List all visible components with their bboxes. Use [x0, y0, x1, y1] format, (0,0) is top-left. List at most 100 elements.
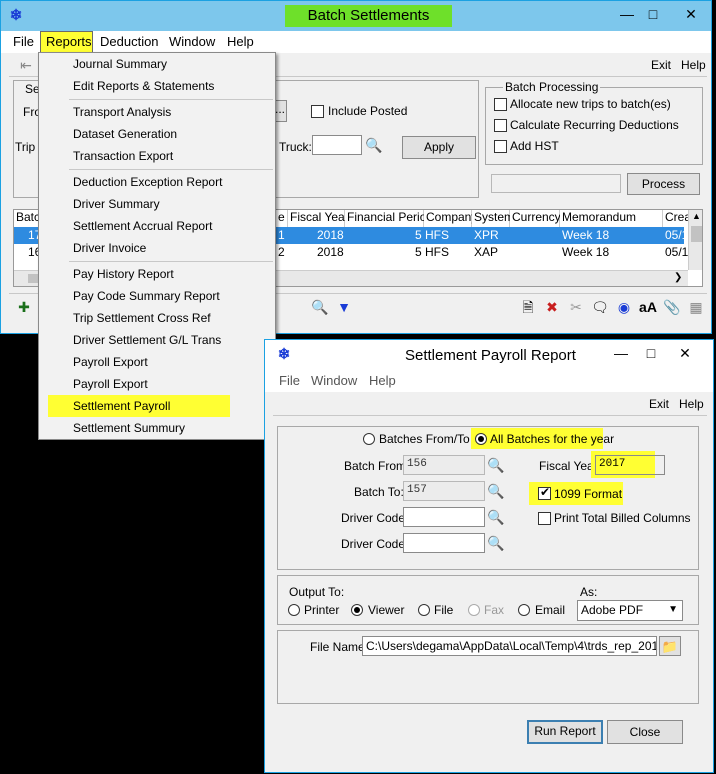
menu-item-driver-invoice[interactable]: Driver Invoice: [73, 241, 146, 255]
truck-label: Truck:: [279, 140, 312, 154]
format-select-value: Adobe PDF: [581, 603, 644, 617]
menu-item-settlement-payroll[interactable]: Settlement Payroll: [73, 399, 170, 413]
fiscal-year-input[interactable]: 2017: [595, 455, 665, 475]
minimize-button[interactable]: ―: [613, 4, 641, 26]
col-header-financial-period[interactable]: Financial Period: [345, 210, 433, 227]
binoculars-icon[interactable]: 🔍: [487, 508, 505, 526]
maximize-button[interactable]: □: [637, 343, 665, 365]
batches-from-to-radio[interactable]: [363, 433, 375, 445]
attach-link-icon[interactable]: ✂: [567, 298, 585, 316]
preview-icon[interactable]: 🗎: [519, 298, 537, 316]
driver-code-input-2[interactable]: [403, 533, 485, 553]
folder-icon: 📁: [661, 639, 679, 654]
menu-item-dataset-generation[interactable]: Dataset Generation: [73, 127, 177, 141]
col-header-currency[interactable]: Currency: [510, 210, 561, 227]
exit-link[interactable]: Exit: [651, 58, 671, 72]
font-size-icon[interactable]: aA: [637, 298, 659, 316]
menu-item-payroll-export-1[interactable]: Payroll Export: [73, 355, 148, 369]
minimize-button[interactable]: ―: [607, 343, 635, 365]
menu-help[interactable]: Help: [369, 373, 396, 388]
help-link[interactable]: Help: [679, 397, 704, 411]
menu-item-transport-analysis[interactable]: Transport Analysis: [73, 105, 171, 119]
menu-file[interactable]: File: [13, 34, 34, 49]
output-file-radio[interactable]: [418, 604, 430, 616]
menu-item-edit-reports[interactable]: Edit Reports & Statements: [73, 79, 214, 93]
output-fax-radio[interactable]: [468, 604, 480, 616]
truck-input[interactable]: [312, 135, 362, 155]
scroll-right-icon[interactable]: ❯: [674, 272, 682, 283]
vertical-scrollbar[interactable]: ▲: [688, 210, 702, 270]
menu-help[interactable]: Help: [227, 34, 254, 49]
close-window-button[interactable]: ✕: [671, 343, 699, 365]
apply-button[interactable]: Apply: [402, 136, 476, 159]
title-bar[interactable]: ❄ Settlement Payroll Report ― □ ✕: [265, 340, 713, 370]
menu-item-pay-history[interactable]: Pay History Report: [73, 267, 174, 281]
menu-window[interactable]: Window: [169, 34, 215, 49]
calculate-deductions-checkbox[interactable]: [494, 119, 507, 132]
print-total-billed-checkbox[interactable]: [538, 512, 551, 525]
calculate-deductions-label: Calculate Recurring Deductions: [510, 118, 679, 132]
menu-item-driver-summary[interactable]: Driver Summary: [73, 197, 160, 211]
menu-item-trip-settlement-cross-ref[interactable]: Trip Settlement Cross Ref: [73, 311, 211, 325]
menu-item-settlement-summury[interactable]: Settlement Summury: [73, 421, 185, 435]
batch-to-input[interactable]: 157: [403, 481, 485, 501]
col-header-company[interactable]: Company: [424, 210, 477, 227]
output-printer-radio[interactable]: [288, 604, 300, 616]
browser-icon[interactable]: ◉: [615, 298, 633, 316]
exit-link[interactable]: Exit: [649, 397, 669, 411]
include-posted-checkbox[interactable]: [311, 105, 324, 118]
scroll-up-icon[interactable]: ▲: [692, 211, 701, 221]
first-record-icon[interactable]: ⇤: [17, 56, 35, 74]
col-header-system[interactable]: System: [472, 210, 514, 227]
menu-deduction[interactable]: Deduction: [100, 34, 159, 49]
binoculars-icon[interactable]: 🔍: [365, 136, 383, 154]
col-header-e[interactable]: e: [276, 210, 288, 227]
menu-reports[interactable]: Reports: [46, 34, 92, 49]
col-header-batch[interactable]: Batc: [14, 210, 40, 227]
filter-icon[interactable]: ▼: [335, 298, 353, 316]
menu-item-deduction-exception[interactable]: Deduction Exception Report: [73, 175, 222, 189]
menu-window[interactable]: Window: [311, 373, 357, 388]
output-email-radio[interactable]: [518, 604, 530, 616]
maximize-button[interactable]: □: [639, 4, 667, 26]
format-1099-checkbox[interactable]: [538, 485, 551, 500]
run-report-button[interactable]: Run Report: [527, 720, 603, 744]
menu-item-journal-summary[interactable]: Journal Summary: [73, 57, 167, 71]
folder-browse-button[interactable]: 📁: [659, 636, 681, 656]
cell-fiscal-year: 2018: [317, 245, 344, 259]
binoculars-icon[interactable]: 🔍: [487, 482, 505, 500]
menu-item-payroll-export-2[interactable]: Payroll Export: [73, 377, 148, 391]
add-record-icon[interactable]: ✚: [15, 298, 33, 316]
allocate-trips-checkbox[interactable]: [494, 98, 507, 111]
process-button[interactable]: Process: [627, 173, 700, 195]
format-select[interactable]: Adobe PDF ▼: [577, 600, 683, 621]
scroll-thumb[interactable]: [691, 226, 702, 242]
menu-file[interactable]: File: [279, 373, 300, 388]
close-window-button[interactable]: ✕: [677, 4, 705, 26]
cell-memo: Week 18: [562, 245, 610, 259]
menu-item-pay-code-summary[interactable]: Pay Code Summary Report: [73, 289, 220, 303]
close-button[interactable]: Close: [607, 720, 683, 744]
help-link[interactable]: Help: [681, 58, 706, 72]
menu-item-settlement-accrual[interactable]: Settlement Accrual Report: [73, 219, 212, 233]
col-header-fiscal-year[interactable]: Fiscal Year: [288, 210, 349, 227]
menu-item-driver-settlement-gl[interactable]: Driver Settlement G/L Trans: [73, 333, 221, 347]
app-icon: ❄: [277, 346, 291, 363]
output-viewer-radio[interactable]: [351, 604, 363, 616]
binoculars-icon[interactable]: 🔍: [487, 456, 505, 474]
col-header-created[interactable]: Crea: [663, 210, 691, 227]
title-bar[interactable]: ❄ Batch Settlements ― □ ✕: [1, 1, 711, 31]
comment-icon[interactable]: 🗨: [591, 298, 609, 316]
binoculars-icon[interactable]: 🔍: [311, 298, 329, 316]
delete-icon[interactable]: ✖: [543, 298, 561, 316]
add-hst-checkbox[interactable]: [494, 140, 507, 153]
all-batches-radio[interactable]: [475, 433, 487, 445]
paperclip-icon[interactable]: 📎: [663, 298, 681, 316]
grid-layout-icon[interactable]: ▦: [687, 298, 705, 316]
binoculars-icon[interactable]: 🔍: [487, 534, 505, 552]
menu-item-transaction-export[interactable]: Transaction Export: [73, 149, 173, 163]
batch-from-input[interactable]: 156: [403, 455, 485, 475]
file-name-input[interactable]: C:\Users\degama\AppData\Local\Temp\4\trd…: [362, 636, 657, 656]
col-header-memorandum[interactable]: Memorandum: [560, 210, 663, 227]
driver-code-input-1[interactable]: [403, 507, 485, 527]
